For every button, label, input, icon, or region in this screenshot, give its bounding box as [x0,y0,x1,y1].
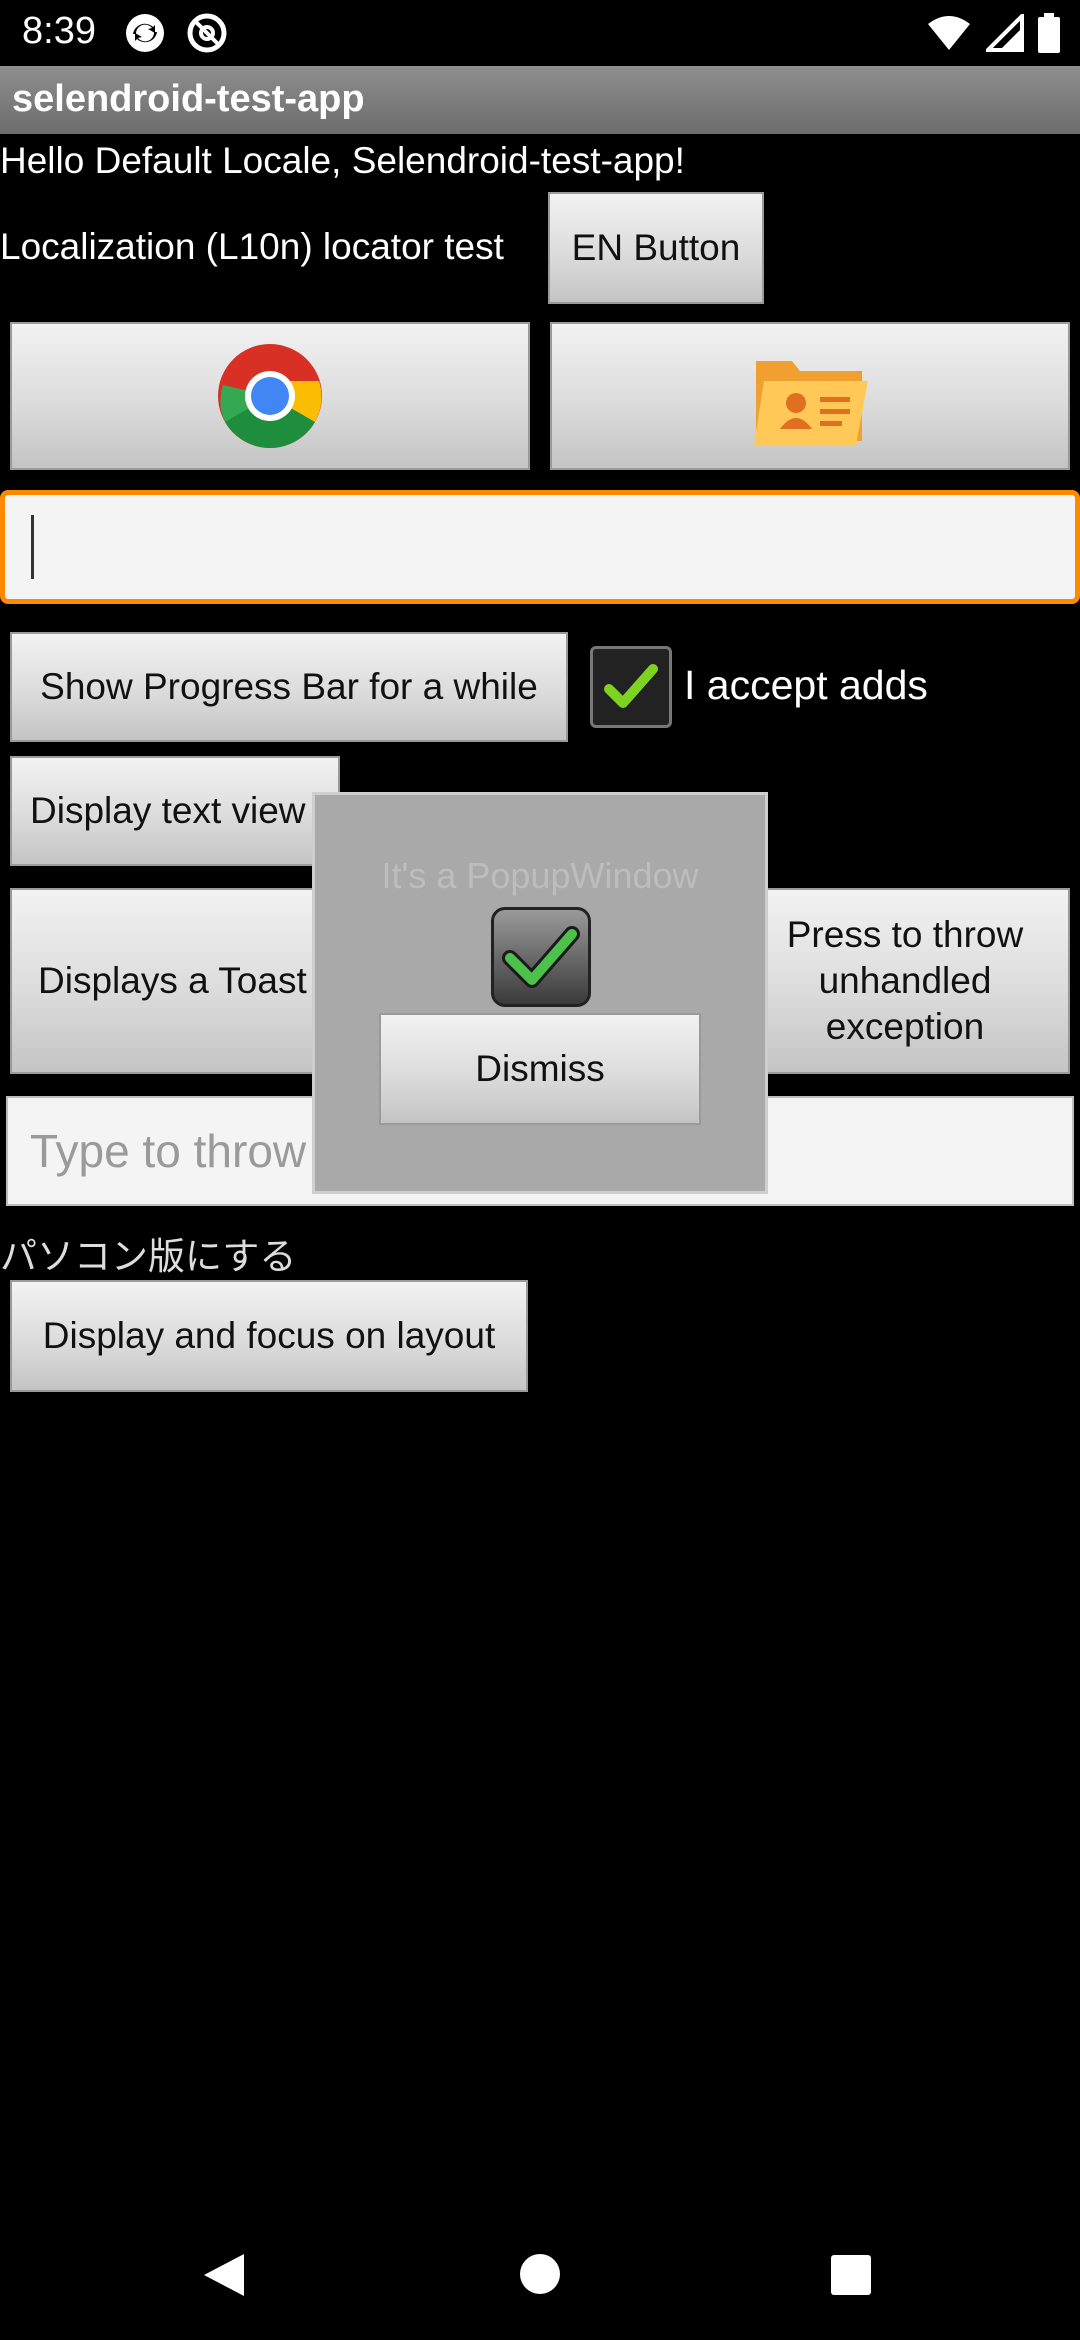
checkmark-icon [604,664,658,708]
popup-checkmark-icon [502,926,580,988]
popup-checkbox[interactable] [491,907,591,1007]
app-title-bar: selendroid-test-app [0,66,1080,134]
contacts-button[interactable] [550,322,1070,470]
status-time: 8:39 [22,10,96,52]
signal-icon [986,14,1024,52]
accept-adds-checkbox[interactable] [590,646,672,728]
recents-icon[interactable] [830,2254,872,2296]
accept-adds-label: I accept adds [684,662,928,708]
chrome-icon [218,344,322,448]
at-icon [187,13,227,53]
popup-window: It's a PopupWindow Dismiss [312,792,768,1194]
back-icon[interactable] [202,2252,246,2298]
status-bar: 8:39 [0,0,1080,66]
dismiss-button[interactable]: Dismiss [379,1013,701,1125]
displays-toast-button[interactable]: Displays a Toast [10,888,340,1074]
screen: 8:39 selendroid-test-app Hello Default L… [0,0,1080,2340]
text-caret [31,515,34,579]
sync-icon [126,14,164,52]
home-icon[interactable] [518,2252,562,2296]
display-text-view-button[interactable]: Display text view [10,756,340,866]
japanese-text: パソコン版にする [0,1236,297,1277]
hello-text: Hello Default Locale, Selendroid-test-ap… [0,140,685,181]
navigation-bar [0,2208,1080,2340]
wifi-icon [928,16,970,50]
popup-title: It's a PopupWindow [381,855,699,896]
battery-icon [1038,13,1060,53]
chrome-button[interactable] [10,322,530,470]
text-input[interactable] [0,490,1080,604]
show-progress-bar-button[interactable]: Show Progress Bar for a while [10,632,568,742]
throw-exception-button[interactable]: Press to throw unhandled exception [740,888,1070,1074]
app-title: selendroid-test-app [12,78,365,120]
l10n-label: Localization (L10n) locator test [0,226,504,267]
display-focus-layout-button[interactable]: Display and focus on layout [10,1280,528,1392]
en-button[interactable]: EN Button [548,192,764,304]
status-right-group [926,12,1060,54]
contacts-folder-icon [754,361,868,445]
